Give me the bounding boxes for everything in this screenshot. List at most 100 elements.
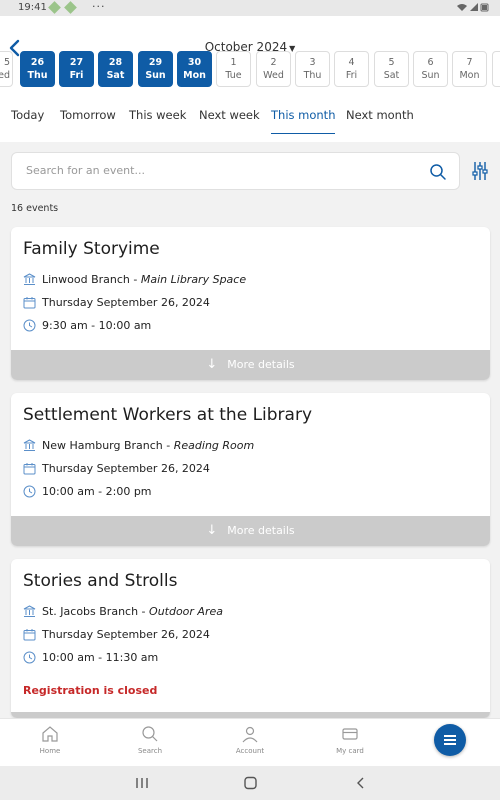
event-branch: St. Jacobs Branch bbox=[42, 605, 139, 618]
nav-label: My card bbox=[336, 747, 364, 755]
event-date: Thursday September 26, 2024 bbox=[23, 296, 210, 309]
calendar-icon bbox=[23, 296, 36, 309]
event-time: 10:00 am - 11:30 am bbox=[23, 651, 158, 664]
recent-apps-icon[interactable] bbox=[134, 776, 150, 790]
event-card[interactable]: Family Storyime Linwood Branch - Main Li… bbox=[11, 227, 490, 380]
day-chip[interactable]: 7 Mon bbox=[452, 51, 487, 87]
day-chip[interactable]: 26 Thu bbox=[20, 51, 55, 87]
tab-tomorrow[interactable]: Tomorrow bbox=[60, 108, 116, 134]
day-chip[interactable]: 27 Fri bbox=[59, 51, 94, 87]
nav-my-card[interactable]: My card bbox=[320, 725, 380, 755]
system-status-icons bbox=[456, 2, 490, 15]
day-number: 5 bbox=[3, 57, 10, 68]
day-number: 28 bbox=[108, 57, 123, 68]
notification-icon bbox=[48, 1, 61, 14]
tab-this-week[interactable]: This week bbox=[129, 108, 186, 134]
day-strip[interactable]: 5 ed 26 Thu 27 Fri 28 Sat 29 Sun 30 Mon 1 Tue … bbox=[0, 51, 500, 87]
day-weekday: ed bbox=[0, 70, 10, 81]
search-bar bbox=[11, 152, 460, 190]
event-title: Family Storyime bbox=[23, 239, 160, 259]
tab-next-week[interactable]: Next week bbox=[199, 108, 260, 134]
event-location: St. Jacobs Branch - Outdoor Area bbox=[23, 605, 223, 618]
day-chip-partial[interactable] bbox=[492, 51, 500, 87]
library-building-icon bbox=[23, 273, 36, 286]
day-number: 2 bbox=[270, 57, 277, 68]
event-date: Thursday September 26, 2024 bbox=[23, 462, 210, 475]
filter-icon[interactable] bbox=[471, 160, 489, 182]
nav-account[interactable]: Account bbox=[220, 725, 280, 755]
day-number: 1 bbox=[230, 57, 237, 68]
nav-label: Home bbox=[39, 747, 61, 755]
system-nav-bar bbox=[0, 766, 500, 800]
event-branch: New Hamburg Branch bbox=[42, 439, 163, 452]
day-chip[interactable]: 4 Fri bbox=[334, 51, 369, 87]
back-system-icon[interactable] bbox=[353, 776, 369, 790]
registration-closed-notice: Registration is closed bbox=[23, 684, 158, 697]
status-time: 19:41 bbox=[18, 2, 47, 13]
event-room: Outdoor Area bbox=[149, 605, 223, 618]
arrow-down-icon: ↓ bbox=[206, 357, 218, 372]
day-number: 3 bbox=[309, 57, 316, 68]
event-room: Reading Room bbox=[173, 439, 255, 452]
event-title: Stories and Strolls bbox=[23, 571, 178, 591]
day-number: 26 bbox=[30, 57, 45, 68]
clock-icon bbox=[23, 651, 36, 664]
header: October 2024 ▼ 5 ed 26 Thu 27 Fri 28 Sat 29 S… bbox=[0, 16, 500, 142]
status-bar: 19:41 ··· bbox=[0, 0, 500, 16]
event-room: Main Library Space bbox=[140, 273, 247, 286]
events-count: 16 events bbox=[11, 203, 59, 214]
search-icon[interactable] bbox=[429, 163, 447, 181]
library-building-icon bbox=[23, 605, 36, 618]
home-system-icon[interactable] bbox=[243, 776, 259, 790]
nav-home[interactable]: Home bbox=[20, 725, 80, 755]
event-branch: Linwood Branch bbox=[42, 273, 130, 286]
day-number: 5 bbox=[388, 57, 395, 68]
day-number: 27 bbox=[69, 57, 84, 68]
event-title: Settlement Workers at the Library bbox=[23, 405, 313, 425]
more-details-button[interactable]: ↓ More details bbox=[11, 350, 490, 380]
tab-this-month[interactable]: This month bbox=[271, 108, 336, 134]
day-chip[interactable]: 2 Wed bbox=[256, 51, 291, 87]
notification-icon bbox=[64, 1, 77, 14]
day-chip[interactable]: 29 Sun bbox=[138, 51, 173, 87]
day-weekday: Mon bbox=[183, 70, 206, 81]
tab-today[interactable]: Today bbox=[11, 108, 44, 134]
day-weekday: Tue bbox=[225, 70, 242, 81]
range-tabs: Today Tomorrow This week Next week This … bbox=[0, 104, 500, 136]
day-number: 7 bbox=[466, 57, 473, 68]
day-weekday: Sat bbox=[383, 70, 400, 81]
event-card[interactable]: Stories and Strolls St. Jacobs Branch - … bbox=[11, 559, 490, 718]
day-chip[interactable]: 6 Sun bbox=[413, 51, 448, 87]
library-building-icon bbox=[23, 439, 36, 452]
day-chip[interactable]: 3 Thu bbox=[295, 51, 330, 87]
day-weekday: Thu bbox=[303, 70, 322, 81]
event-time-text: 10:00 am - 11:30 am bbox=[42, 651, 159, 664]
tab-next-month[interactable]: Next month bbox=[346, 108, 414, 134]
event-date-text: Thursday September 26, 2024 bbox=[42, 296, 210, 309]
event-location: Linwood Branch - Main Library Space bbox=[23, 273, 246, 286]
event-time-text: 10:00 am - 2:00 pm bbox=[42, 485, 152, 498]
search-input[interactable] bbox=[26, 164, 406, 177]
menu-button[interactable] bbox=[434, 724, 466, 756]
day-chip[interactable]: 30 Mon bbox=[177, 51, 212, 87]
day-chip[interactable]: 1 Tue bbox=[216, 51, 251, 87]
event-card[interactable]: Settlement Workers at the Library New Ha… bbox=[11, 393, 490, 546]
wifi-battery-icon bbox=[457, 3, 489, 12]
day-number: 29 bbox=[148, 57, 163, 68]
arrow-down-icon: ↓ bbox=[206, 523, 218, 538]
day-chip[interactable]: 28 Sat bbox=[98, 51, 133, 87]
day-weekday: Wed bbox=[263, 70, 284, 81]
day-chip[interactable]: 5 Sat bbox=[374, 51, 409, 87]
home-icon bbox=[42, 726, 58, 742]
event-date-text: Thursday September 26, 2024 bbox=[42, 462, 210, 475]
more-details-label: More details bbox=[227, 524, 295, 537]
nav-search[interactable]: Search bbox=[120, 725, 180, 755]
day-weekday: Fri bbox=[69, 70, 84, 81]
day-number: 30 bbox=[187, 57, 202, 68]
day-weekday: Thu bbox=[27, 70, 48, 81]
day-number: 6 bbox=[427, 57, 434, 68]
more-details-button[interactable]: ↓ More details bbox=[11, 516, 490, 546]
more-details-label: More details bbox=[227, 358, 295, 371]
clock-icon bbox=[23, 319, 36, 332]
day-chip-partial[interactable]: 5 ed bbox=[0, 51, 13, 87]
